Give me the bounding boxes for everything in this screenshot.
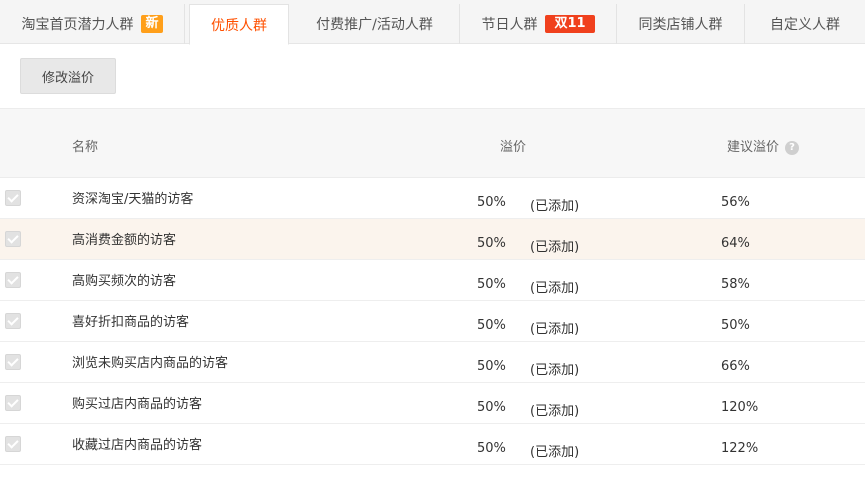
new-badge: 新 bbox=[141, 15, 163, 33]
row-premium: 50% bbox=[477, 277, 506, 292]
table-row: 高购买频次的访客 50% (已添加) 58% bbox=[0, 260, 865, 301]
tab-label: 淘宝首页潜力人群 bbox=[21, 17, 134, 33]
modify-premium-button[interactable]: 修改溢价 bbox=[20, 58, 116, 94]
row-suggested: 66% bbox=[721, 359, 750, 374]
row-name: 高购买频次的访客 bbox=[72, 274, 177, 289]
row-premium: 50% bbox=[477, 441, 506, 456]
tab-paid-promotion-crowd[interactable]: 付费推广/活动人群 bbox=[290, 4, 460, 44]
tab-label: 节日人群 bbox=[481, 17, 538, 33]
row-name: 购买过店内商品的访客 bbox=[72, 397, 203, 412]
help-icon[interactable]: ? bbox=[785, 140, 800, 155]
row-suggested: 58% bbox=[721, 277, 750, 292]
double11-badge: 双11 bbox=[545, 15, 595, 33]
table-row: 高消费金额的访客 50% (已添加) 64% bbox=[0, 219, 865, 260]
tab-quality-crowd[interactable]: 优质人群 bbox=[189, 4, 289, 45]
row-checkbox[interactable] bbox=[5, 354, 21, 370]
row-premium: 50% bbox=[477, 318, 506, 333]
row-name: 浏览未购买店内商品的访客 bbox=[72, 356, 229, 371]
row-name: 喜好折扣商品的访客 bbox=[72, 315, 190, 330]
table-header: 名称 溢价 建议溢价? bbox=[0, 108, 865, 178]
row-suggested: 122% bbox=[721, 441, 759, 456]
row-status: (已添加) bbox=[530, 199, 580, 214]
row-checkbox[interactable] bbox=[5, 395, 21, 411]
tab-bar: 淘宝首页潜力人群 新 优质人群 付费推广/活动人群 节日人群 双11 同类店铺人… bbox=[0, 0, 865, 45]
row-premium: 50% bbox=[477, 400, 506, 415]
tab-label: 同类店铺人群 bbox=[638, 17, 723, 33]
tab-custom-crowd[interactable]: 自定义人群 bbox=[745, 4, 865, 44]
row-status: (已添加) bbox=[530, 363, 580, 378]
tab-taobao-home-potential[interactable]: 淘宝首页潜力人群 新 bbox=[0, 4, 185, 44]
row-checkbox[interactable] bbox=[5, 231, 21, 247]
row-suggested: 120% bbox=[721, 400, 759, 415]
table-row: 收藏过店内商品的访客 50% (已添加) 122% bbox=[0, 424, 865, 465]
row-status: (已添加) bbox=[530, 404, 580, 419]
row-name: 高消费金额的访客 bbox=[72, 233, 177, 248]
header-suggested-label: 建议溢价 bbox=[727, 140, 780, 155]
row-status: (已添加) bbox=[530, 322, 580, 337]
row-premium: 50% bbox=[477, 195, 506, 210]
row-premium: 50% bbox=[477, 359, 506, 374]
row-status: (已添加) bbox=[530, 281, 580, 296]
row-status: (已添加) bbox=[530, 240, 580, 255]
tab-similar-shop-crowd[interactable]: 同类店铺人群 bbox=[617, 4, 745, 44]
row-checkbox[interactable] bbox=[5, 272, 21, 288]
row-status: (已添加) bbox=[530, 445, 580, 460]
row-name: 收藏过店内商品的访客 bbox=[72, 438, 203, 453]
row-checkbox[interactable] bbox=[5, 313, 21, 329]
tab-label: 付费推广/活动人群 bbox=[316, 17, 433, 33]
row-checkbox[interactable] bbox=[5, 190, 21, 206]
tab-holiday-crowd[interactable]: 节日人群 双11 bbox=[460, 4, 617, 44]
tab-label: 优质人群 bbox=[211, 17, 267, 34]
header-name: 名称 bbox=[72, 140, 99, 155]
row-suggested: 50% bbox=[721, 318, 750, 333]
table-row: 购买过店内商品的访客 50% (已添加) 120% bbox=[0, 383, 865, 424]
row-name: 资深淘宝/天猫的访客 bbox=[72, 192, 194, 207]
header-premium: 溢价 bbox=[500, 140, 527, 155]
row-checkbox[interactable] bbox=[5, 436, 21, 452]
table-row: 资深淘宝/天猫的访客 50% (已添加) 56% bbox=[0, 178, 865, 219]
header-suggested-premium: 建议溢价? bbox=[727, 136, 800, 155]
row-suggested: 56% bbox=[721, 195, 750, 210]
tab-label: 自定义人群 bbox=[770, 17, 840, 33]
table-row: 喜好折扣商品的访客 50% (已添加) 50% bbox=[0, 301, 865, 342]
row-premium: 50% bbox=[477, 236, 506, 251]
table-row: 浏览未购买店内商品的访客 50% (已添加) 66% bbox=[0, 342, 865, 383]
row-suggested: 64% bbox=[721, 236, 750, 251]
